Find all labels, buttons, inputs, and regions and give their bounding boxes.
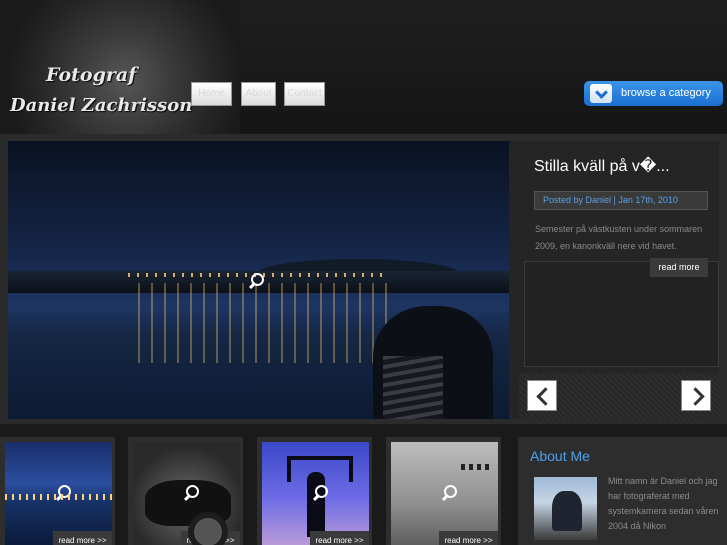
chevron-right-icon[interactable] [681, 380, 711, 411]
logo-line2: Daniel Zachrisson [10, 95, 193, 116]
thumbnail-image[interactable]: read more >> [5, 442, 112, 545]
logo-line1: Fotograf [46, 64, 137, 86]
thumbnail-card: read more >> [0, 437, 115, 545]
featured-post-title[interactable]: Stilla kväll på v�... [534, 156, 670, 176]
about-me-photo [534, 477, 597, 540]
magnifier-icon[interactable] [183, 485, 199, 501]
photo-shirt [383, 356, 443, 419]
logo-area[interactable]: Fotograf Daniel Zachrisson [0, 0, 240, 134]
photo-reflection [138, 283, 388, 363]
magnifier-icon[interactable] [55, 485, 71, 501]
thumbnail-image[interactable]: read more >> [391, 442, 498, 545]
featured-read-more-button[interactable]: read more [650, 258, 708, 277]
chevron-left-icon[interactable] [527, 380, 557, 411]
featured-photo[interactable] [8, 141, 509, 419]
magnifier-icon[interactable] [248, 273, 264, 289]
thumbnail-read-more-button[interactable]: read more >> [53, 531, 112, 545]
nav-home-button[interactable]: Home [191, 82, 232, 106]
thumbnail-card: read more >> [386, 437, 501, 545]
browse-category-label: browse a category [621, 87, 711, 99]
thumbnail-read-more-button[interactable]: read more >> [181, 531, 240, 545]
thumbnail-read-more-button[interactable]: read more >> [439, 531, 498, 545]
nav-about-button[interactable]: About [241, 82, 276, 106]
featured-post-excerpt: Semester på västkusten under sommaren 20… [535, 224, 703, 251]
about-me-text: Mitt namn är Daniel och jag har fotograf… [608, 476, 719, 531]
featured-post-meta: Posted by Daniel | Jan 17th, 2010 [534, 191, 708, 210]
nav-contact-button[interactable]: Contact [284, 82, 325, 106]
about-me-widget: About Me Mitt namn är Daniel och jag har… [518, 437, 727, 545]
thumbnail-card: read more >> [257, 437, 372, 545]
magnifier-icon[interactable] [441, 485, 457, 501]
browse-category-button[interactable]: browse a category [584, 81, 723, 106]
about-me-title: About Me [530, 448, 590, 464]
thumbnail-read-more-button[interactable]: read more >> [310, 531, 369, 545]
chevron-down-icon [590, 84, 612, 103]
thumbnail-image[interactable]: read more >> [262, 442, 369, 545]
site-header: Fotograf Daniel Zachrisson Home About Co… [0, 0, 727, 134]
thumbnail-image[interactable]: read more >> [133, 442, 240, 545]
magnifier-icon[interactable] [312, 485, 328, 501]
thumbnail-card: read more >> [128, 437, 243, 545]
